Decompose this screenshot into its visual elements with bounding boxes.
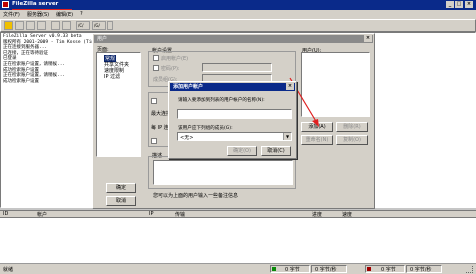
col-ip[interactable]: IP: [149, 211, 154, 217]
users-dialog-title-bar[interactable]: 用户 ×: [94, 35, 373, 43]
users-dialog-title: 用户: [97, 36, 108, 42]
account-name-input[interactable]: [177, 109, 292, 119]
status-bar: 就绪 0 字节 0 字节/秒 0 字节 0 字节/秒: [0, 263, 476, 274]
copy-user-button[interactable]: 复制(O): [336, 135, 368, 145]
users-ok-button[interactable]: 确定: [106, 183, 136, 193]
menu-help[interactable]: ?: [80, 11, 83, 17]
status-ready: 就绪: [3, 267, 14, 273]
app-title: FileZilla server: [12, 1, 59, 7]
path-c[interactable]: /C/: [78, 23, 84, 28]
per-ip-label: 每 IP 连: [151, 125, 169, 131]
password-checkbox[interactable]: [153, 65, 159, 71]
connections-list: [0, 218, 476, 263]
rename-user-button[interactable]: 重命名(N): [301, 135, 333, 145]
enable-account-checkbox[interactable]: [153, 55, 159, 61]
password-label: 密码(P):: [161, 66, 180, 72]
col-speed[interactable]: 速度: [342, 211, 352, 218]
key-icon[interactable]: [26, 21, 35, 30]
enable-account-label: 启用帐户(E): [161, 56, 189, 62]
menu-server[interactable]: 服务器(S): [27, 11, 49, 18]
group-icon[interactable]: [62, 21, 71, 30]
bypass-checkbox[interactable]: [151, 98, 157, 104]
sent-bytes: 0 字节: [381, 267, 396, 273]
sent-rate: 0 字节/秒: [410, 267, 432, 273]
minimize-button[interactable]: _: [446, 1, 454, 8]
connections-header: ID 帐户 IP 传输 进度 速度: [0, 210, 476, 218]
add-ok-button[interactable]: 确定(O): [227, 146, 257, 156]
add-user-dialog-title: 添加用户帐户: [173, 84, 204, 90]
col-id[interactable]: ID: [3, 211, 8, 217]
lightning-icon[interactable]: [4, 21, 13, 30]
col-transfer[interactable]: 传输: [175, 211, 185, 218]
menu-bar: 文件(F) 服务器(S) 编辑(E) ?: [0, 10, 476, 19]
add-user-dialog: 添加用户帐户 × 请输入要添加到列表的用户帐户的名称(N): 该用户应下列组的成…: [168, 81, 297, 159]
sent-icon: [367, 267, 371, 271]
toolbar: /C/ /G/: [0, 19, 476, 32]
description-field[interactable]: [153, 160, 293, 185]
col-progress[interactable]: 进度: [312, 211, 322, 218]
page-item-ip-filter[interactable]: IP 过滤: [104, 73, 120, 80]
remove-user-button[interactable]: 删除(R): [336, 122, 368, 132]
users-dialog-close-button[interactable]: ×: [364, 35, 372, 42]
filezilla-logo-icon: [2, 1, 9, 8]
path-g[interactable]: /G/: [94, 23, 100, 28]
account-name-prompt: 请输入要添加到列表的用户帐户的名称(N):: [178, 98, 265, 103]
users-cancel-button[interactable]: 取消: [106, 196, 136, 206]
lock-icon[interactable]: [15, 21, 24, 30]
dropdown-icon[interactable]: [107, 21, 113, 30]
recv-bytes: 0 字节: [285, 267, 300, 273]
password-field[interactable]: [202, 63, 272, 72]
maximize-button[interactable]: □: [455, 1, 463, 8]
recv-rate: 0 字节/秒: [315, 267, 337, 273]
add-user-dialog-close-button[interactable]: ×: [286, 83, 294, 90]
recv-icon: [272, 267, 276, 271]
col-account[interactable]: 帐户: [37, 211, 47, 218]
add-cancel-button[interactable]: 取消(C): [261, 146, 291, 156]
menu-edit[interactable]: 编辑(E): [56, 11, 73, 18]
resize-grip-icon[interactable]: [466, 266, 473, 273]
group-dropdown[interactable]: <无> ▼: [177, 132, 292, 141]
close-button[interactable]: ×: [465, 1, 473, 8]
description-hint: 您可以为上面的用户输入一些备注信息: [153, 193, 239, 199]
force-ssl-checkbox[interactable]: [151, 138, 157, 144]
user-icon[interactable]: [51, 21, 60, 30]
add-user-dialog-title-bar[interactable]: 添加用户帐户 ×: [170, 83, 295, 91]
group-dropdown-value: <无>: [180, 135, 194, 141]
group-prompt: 该用户应下列组的成员(G):: [178, 126, 233, 131]
chevron-down-icon[interactable]: ▼: [283, 133, 291, 140]
settings-icon[interactable]: [37, 21, 46, 30]
page-tree: 常规 共享文件夹 速度限制 IP 过滤: [96, 52, 141, 157]
menu-file[interactable]: 文件(F): [3, 11, 20, 18]
